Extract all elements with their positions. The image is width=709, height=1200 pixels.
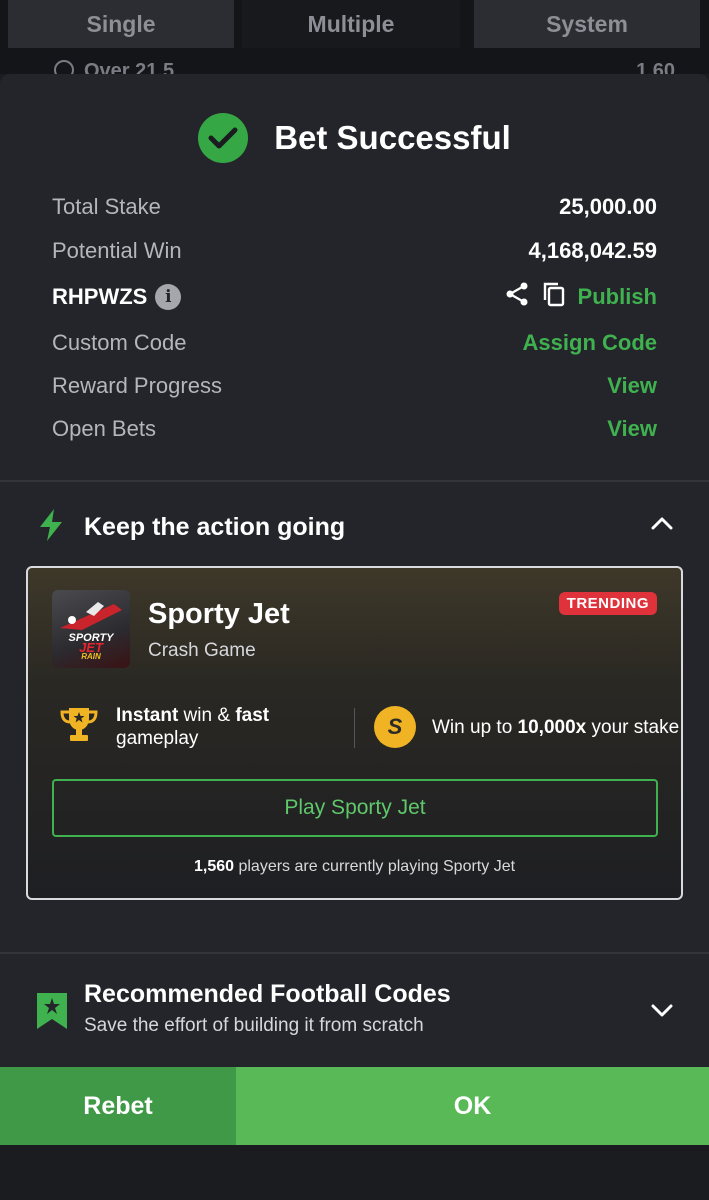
- success-title: Bet Successful: [274, 119, 511, 156]
- trophy-icon: [58, 704, 100, 751]
- keep-action-header[interactable]: Keep the action going: [36, 508, 673, 546]
- copy-icon[interactable]: [542, 281, 566, 313]
- publish-link[interactable]: Publish: [578, 284, 657, 310]
- recommended-subtitle: Save the effort of building it from scra…: [84, 1015, 424, 1036]
- potential-win-value: 4,168,042.59: [528, 238, 657, 263]
- potential-win-label: Potential Win: [52, 238, 182, 263]
- feature-max-win-text: Win up to 10,000x your stake: [432, 716, 680, 738]
- recommended-text: Recommended Football Codes Save the effo…: [84, 980, 451, 1037]
- divider: [0, 952, 709, 954]
- players-count-text: 1,560 players are currently playing Spor…: [193, 858, 516, 875]
- open-bets-row: Open Bets View: [52, 414, 657, 444]
- assign-code-link[interactable]: Assign Code: [523, 330, 657, 356]
- total-stake-value: 25,000.00: [559, 194, 657, 219]
- feature-max-win: S Win up to 10,000x your stake: [374, 702, 679, 752]
- play-sporty-jet-button[interactable]: Play Sporty Jet: [52, 779, 658, 837]
- success-header: Bet Successful: [0, 112, 709, 164]
- booking-code: RHPWZS: [52, 284, 148, 309]
- bookmark-star-icon: [36, 992, 68, 1035]
- total-stake-label: Total Stake: [52, 194, 161, 219]
- booking-code-row: RHPWZS i Publish: [52, 282, 657, 312]
- chevron-up-icon[interactable]: [651, 516, 673, 535]
- feature-divider: [354, 708, 355, 748]
- potential-win-row: Potential Win 4,168,042.59: [52, 236, 657, 266]
- chevron-down-icon[interactable]: [651, 1004, 673, 1023]
- game-name: Sporty Jet: [148, 598, 290, 630]
- tab-multiple[interactable]: Multiple: [242, 0, 460, 48]
- reward-progress-label: Reward Progress: [52, 373, 222, 398]
- open-bets-view-link[interactable]: View: [607, 416, 657, 442]
- feature-instant-win: Instant win & fast gameplay: [58, 702, 269, 752]
- bet-success-modal: Bet Successful Total Stake 25,000.00 Pot…: [0, 74, 709, 1200]
- check-circle-icon: [198, 113, 249, 163]
- recommended-title: Recommended Football Codes: [84, 980, 451, 1008]
- thumbnail-logo: SPORTY JET RAIN: [68, 632, 114, 662]
- recommended-codes-header[interactable]: Recommended Football Codes Save the effo…: [36, 980, 673, 1046]
- rebet-button[interactable]: Rebet: [0, 1067, 236, 1145]
- trending-badge: TRENDING: [558, 592, 657, 615]
- info-icon[interactable]: i: [155, 284, 182, 310]
- tab-single-label: Single: [86, 10, 156, 37]
- custom-code-row: Custom Code Assign Code: [52, 328, 657, 358]
- tab-single[interactable]: Single: [8, 0, 234, 48]
- total-stake-row: Total Stake 25,000.00: [52, 192, 657, 222]
- share-icon[interactable]: [504, 281, 530, 313]
- coin-icon: S: [374, 706, 416, 748]
- divider: [0, 480, 709, 482]
- reward-progress-row: Reward Progress View: [52, 371, 657, 401]
- bet-type-tabs: Single Multiple System Over 21.5 1.60: [0, 0, 709, 80]
- tab-system[interactable]: System: [474, 0, 700, 48]
- ok-button[interactable]: OK: [236, 1067, 709, 1145]
- reward-progress-view-link[interactable]: View: [607, 373, 657, 399]
- custom-code-label: Custom Code: [52, 330, 187, 355]
- keep-action-title: Keep the action going: [84, 512, 346, 541]
- game-type: Crash Game: [148, 640, 256, 661]
- sporty-jet-thumbnail[interactable]: SPORTY JET RAIN: [52, 590, 130, 668]
- lightning-icon: [36, 508, 66, 547]
- feature-instant-win-text: Instant win & fast gameplay: [116, 705, 270, 749]
- sporty-jet-card: SPORTY JET RAIN Sporty Jet Crash Game TR…: [26, 566, 683, 900]
- open-bets-label: Open Bets: [52, 416, 156, 441]
- tab-multiple-label: Multiple: [307, 10, 395, 37]
- bottom-safe-area: [0, 1145, 709, 1200]
- tab-system-label: System: [546, 10, 628, 37]
